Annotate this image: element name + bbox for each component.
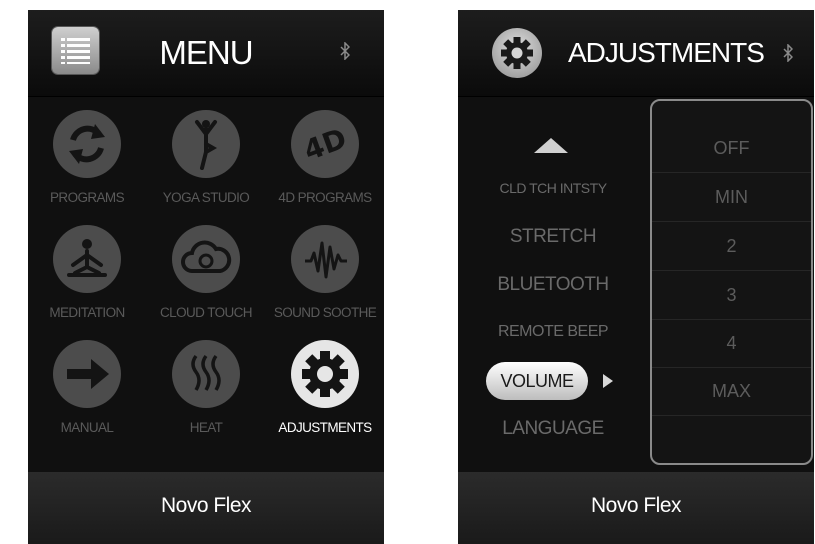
4d-icon: 4D xyxy=(291,110,359,178)
arrow-right-icon xyxy=(53,340,121,408)
page-title: MENU xyxy=(159,34,253,71)
adjustments-header: ADJUSTMENTS xyxy=(458,10,814,97)
gear-icon xyxy=(291,340,359,408)
volume-option-min[interactable]: MIN xyxy=(652,173,811,222)
bluetooth-icon xyxy=(340,41,351,65)
menu-item-label: HEAT xyxy=(189,420,223,435)
volume-option-max[interactable]: MAX xyxy=(652,367,811,416)
cloud-icon xyxy=(172,225,240,293)
volume-option-3[interactable]: 3 xyxy=(652,271,811,320)
setting-volume-selected[interactable]: VOLUME xyxy=(486,362,588,400)
footer: Novo Flex xyxy=(458,472,814,544)
setting-language[interactable]: LANGUAGE xyxy=(458,418,648,440)
setting-cld-tch-intsty[interactable]: CLD TCH INTSTY xyxy=(458,180,648,196)
setting-stretch[interactable]: STRETCH xyxy=(458,226,648,248)
menu-header: MENU xyxy=(28,10,384,97)
setting-bluetooth[interactable]: BLUETOOTH xyxy=(458,274,648,296)
volume-option-4[interactable]: 4 xyxy=(652,319,811,368)
menu-item-label: SOUND SOOTHE xyxy=(273,305,377,320)
setting-remote-beep[interactable]: REMOTE BEEP xyxy=(458,323,648,341)
footer: Novo Flex xyxy=(28,472,384,544)
menu-item-label: CLOUD TOUCH xyxy=(160,305,253,320)
yoga-pose-icon xyxy=(172,110,240,178)
menu-item-label: YOGA STUDIO xyxy=(162,190,250,205)
menu-item-heat[interactable]: HEAT xyxy=(147,340,265,450)
menu-screen: MENU PROGRAMS YOGA STUDIO 4D 4D PROGRAMS… xyxy=(28,10,384,544)
volume-options-panel: OFF MIN 2 3 4 MAX xyxy=(650,99,813,465)
sound-wave-icon xyxy=(291,225,359,293)
selection-arrow-icon xyxy=(603,374,613,388)
menu-item-yoga-studio[interactable]: YOGA STUDIO xyxy=(147,110,265,220)
menu-item-manual[interactable]: MANUAL xyxy=(28,340,146,450)
gear-icon[interactable] xyxy=(492,28,542,78)
menu-item-label: MEDITATION xyxy=(49,305,125,320)
device-name: Novo Flex xyxy=(590,494,682,517)
menu-item-cloud-touch[interactable]: CLOUD TOUCH xyxy=(147,225,265,335)
page-title: ADJUSTMENTS xyxy=(568,37,765,68)
menu-item-programs[interactable]: PROGRAMS xyxy=(28,110,146,220)
meditation-icon xyxy=(53,225,121,293)
menu-item-label: MANUAL xyxy=(60,420,114,435)
menu-item-adjustments[interactable]: ADJUSTMENTS xyxy=(266,340,384,450)
menu-item-4d-programs[interactable]: 4D 4D PROGRAMS xyxy=(266,110,384,220)
menu-item-meditation[interactable]: MEDITATION xyxy=(28,225,146,335)
menu-item-sound-soothe[interactable]: SOUND SOOTHE xyxy=(266,225,384,335)
bluetooth-icon xyxy=(783,43,794,67)
adjustments-screen: ADJUSTMENTS CLD TCH INTSTY STRETCH BLUET… xyxy=(458,10,814,544)
heat-icon xyxy=(172,340,240,408)
scroll-up-arrow-icon[interactable] xyxy=(534,138,568,153)
svg-text:4D: 4D xyxy=(299,122,350,168)
menu-item-label: PROGRAMS xyxy=(50,190,125,205)
volume-option-2[interactable]: 2 xyxy=(652,222,811,271)
device-name: Novo Flex xyxy=(160,494,252,517)
menu-item-label: 4D PROGRAMS xyxy=(278,190,372,205)
menu-item-label: ADJUSTMENTS xyxy=(278,420,372,435)
volume-option-off[interactable]: OFF xyxy=(652,124,811,173)
refresh-icon xyxy=(53,110,121,178)
